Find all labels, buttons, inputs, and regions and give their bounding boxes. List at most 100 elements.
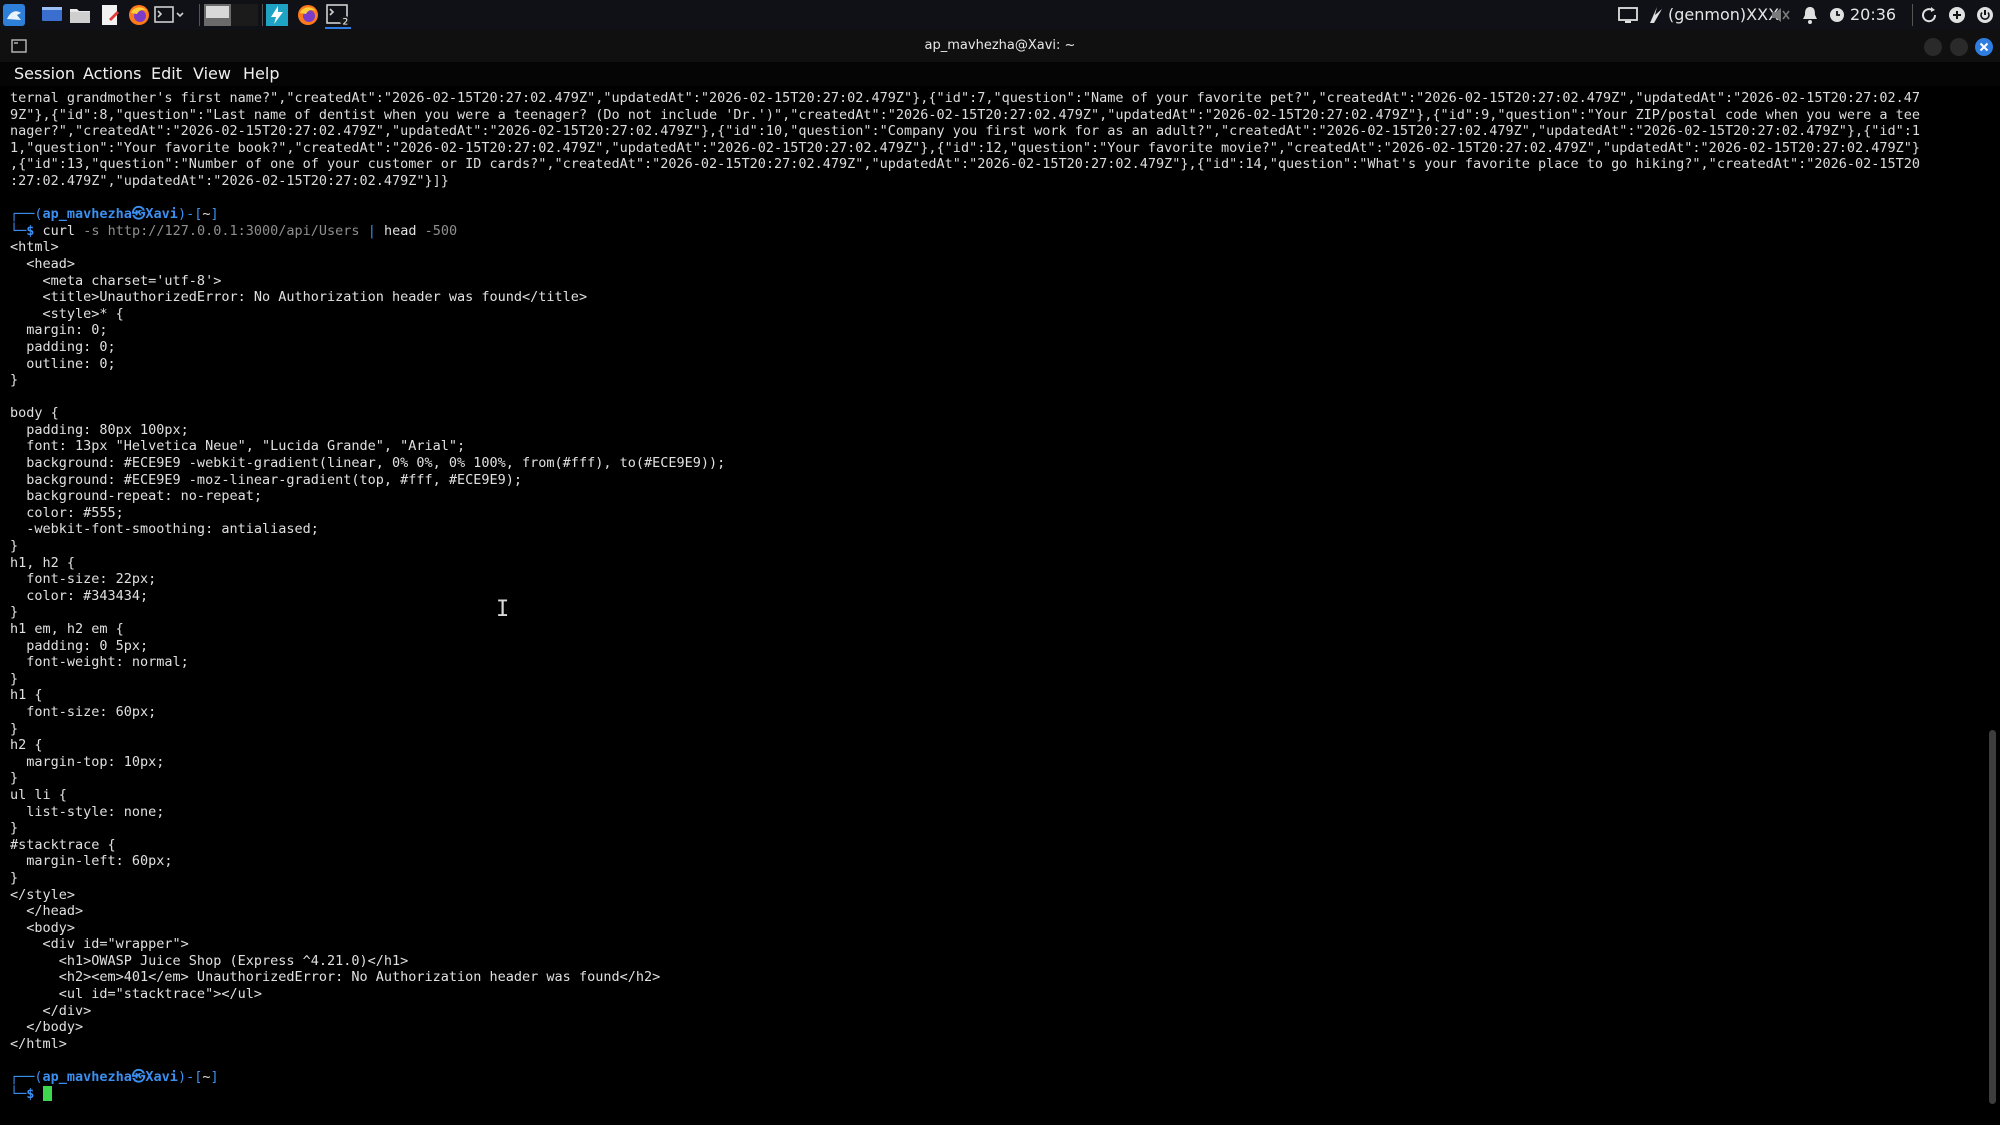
html-output-line: <h2><em>401</em> UnauthorizedError: No A…: [10, 969, 661, 986]
html-output-line: }: [10, 720, 19, 737]
maximize-button[interactable]: [1950, 38, 1968, 56]
window-title: ap_mavhezha@Xavi: ~: [924, 38, 1076, 53]
html-output-line: }: [10, 604, 19, 621]
html-output-line: h1 {: [10, 687, 43, 704]
prompt-frame: )-[: [177, 206, 203, 223]
workspace-switcher[interactable]: [204, 3, 258, 27]
menubar: Session Actions Edit View Help: [0, 62, 2000, 86]
svg-text:2: 2: [343, 18, 349, 27]
html-output-line: font-weight: normal;: [10, 654, 189, 671]
show-desktop-icon[interactable]: [40, 3, 64, 27]
close-button[interactable]: [1975, 38, 1993, 56]
prompt-frame: └─: [10, 1085, 27, 1102]
html-output-line: background-repeat: no-repeat;: [10, 488, 262, 505]
menu-edit[interactable]: Edit: [151, 64, 182, 84]
terminal-view[interactable]: ternal grandmother's first name?","creat…: [0, 86, 1986, 1125]
html-output-line: #stacktrace {: [10, 836, 116, 853]
html-output-line: h1, h2 {: [10, 554, 76, 571]
display-icon[interactable]: [1616, 3, 1640, 27]
html-output-line: <style>* {: [10, 305, 124, 322]
json-output-line: nager?","createdAt":"2026-02-15T20:27:02…: [10, 123, 1921, 140]
html-output-line: <html>: [10, 239, 59, 256]
html-output-line: padding: 0 5px;: [10, 637, 149, 654]
app-menu-icon[interactable]: [2, 3, 26, 27]
html-output-line: list-style: none;: [10, 803, 165, 820]
html-output-line: <meta charset='utf-8'>: [10, 272, 222, 289]
html-output-line: ul li {: [10, 786, 67, 803]
html-output-line: margin-left: 60px;: [10, 853, 173, 870]
prompt-frame: )-[: [177, 1069, 203, 1086]
command-head-arg: -500: [424, 222, 458, 239]
json-output-line: ,{"id":13,"question":"Number of one of y…: [10, 156, 1921, 173]
html-output-line: }: [10, 770, 19, 787]
genmon-label[interactable]: (genmon)XXX: [1668, 0, 1779, 30]
html-output-line: </div>: [10, 1002, 92, 1019]
json-output-line: 9Z"},{"id":8,"question":"Last name of de…: [10, 106, 1921, 123]
html-output-line: color: #343434;: [10, 587, 149, 604]
window-titlebar[interactable]: ap_mavhezha@Xavi: ~: [0, 30, 2000, 62]
json-output-line: 1,"question":"Your favorite book?","crea…: [10, 139, 1921, 156]
html-output-line: background: #ECE9E9 -moz-linear-gradient…: [10, 471, 523, 488]
html-output-line: padding: 80px 100px;: [10, 421, 189, 438]
clock-icon: [1829, 3, 1845, 27]
notification-bell-icon[interactable]: [1798, 3, 1822, 27]
html-output-line: <body>: [10, 919, 76, 936]
command-args: -s http://127.0.0.1:3000/api/Users: [83, 222, 360, 239]
html-output-line: <head>: [10, 255, 76, 272]
firefox-icon[interactable]: [127, 3, 151, 27]
prompt-frame: ┌──(: [10, 206, 43, 223]
minimize-button[interactable]: [1924, 38, 1942, 56]
html-output-line: -webkit-font-smoothing: antialiased;: [10, 521, 319, 538]
html-output-line: }: [10, 372, 19, 389]
terminal-output[interactable]: ternal grandmother's first name?","creat…: [10, 90, 1976, 1102]
terminal-window-icon[interactable]: 2: [325, 3, 351, 29]
html-output-line: }: [10, 869, 19, 886]
json-output-line: :27:02.479Z","updatedAt":"2026-02-15T20:…: [10, 172, 449, 189]
prompt-frame: ┌──(: [10, 1069, 43, 1086]
menu-help[interactable]: Help: [243, 64, 279, 84]
prompt-frame: ]: [210, 1069, 219, 1086]
html-output-line: </style>: [10, 886, 76, 903]
refresh-icon[interactable]: [1917, 3, 1941, 27]
panel-separator: [1912, 4, 1913, 26]
html-output-block: <html> <head> <meta charset='utf-8'> <ti…: [10, 239, 725, 1052]
menu-session[interactable]: Session: [14, 64, 75, 84]
html-output-line: background: #ECE9E9 -webkit-gradient(lin…: [10, 455, 726, 472]
scrollbar-thumb[interactable]: [1989, 730, 1996, 1105]
network-icon[interactable]: [1945, 3, 1969, 27]
volume-muted-icon[interactable]: [1768, 3, 1792, 27]
html-output-line: margin: 0;: [10, 322, 108, 339]
panel-separator: [262, 4, 263, 26]
html-output-line: }: [10, 538, 19, 555]
html-output-line: <title>UnauthorizedError: No Authorizati…: [10, 289, 588, 306]
html-output-line: </head>: [10, 903, 84, 920]
text-editor-icon[interactable]: [98, 3, 122, 27]
menu-view[interactable]: View: [193, 64, 231, 84]
html-output-line: font-size: 22px;: [10, 571, 157, 588]
burp-suite-icon[interactable]: [265, 3, 289, 27]
prompt-symbol: $: [26, 1085, 35, 1102]
command-bin: curl: [42, 222, 76, 239]
command-head: head: [383, 222, 417, 239]
terminal-launcher-icon[interactable]: [154, 3, 184, 27]
html-output-line: }: [10, 820, 19, 837]
menu-actions[interactable]: Actions: [83, 64, 141, 84]
html-output-line: </html>: [10, 1035, 67, 1052]
html-output-line: }: [10, 670, 19, 687]
html-output-line: outline: 0;: [10, 355, 116, 372]
close-icon: [1979, 42, 1989, 52]
power-icon[interactable]: [1973, 3, 1997, 27]
html-output-line: </body>: [10, 1019, 84, 1036]
html-output-line: <h1>OWASP Juice Shop (Express ^4.21.0)</…: [10, 952, 409, 969]
panel-separator: [199, 4, 200, 26]
prompt-user-host: ap_mavhezha㉿Xavi: [42, 1069, 178, 1086]
html-output-line: font-size: 60px;: [10, 703, 157, 720]
clock[interactable]: 20:36: [1850, 0, 1896, 30]
text-cursor: [42, 1085, 52, 1101]
prompt-frame: └─: [10, 222, 27, 239]
firefox-window-icon[interactable]: [296, 3, 320, 27]
prompt-symbol: $: [26, 222, 35, 239]
terminal-scrollbar[interactable]: [1986, 86, 2000, 1125]
file-manager-icon[interactable]: [68, 3, 92, 27]
genmon-icon: [1648, 3, 1664, 27]
